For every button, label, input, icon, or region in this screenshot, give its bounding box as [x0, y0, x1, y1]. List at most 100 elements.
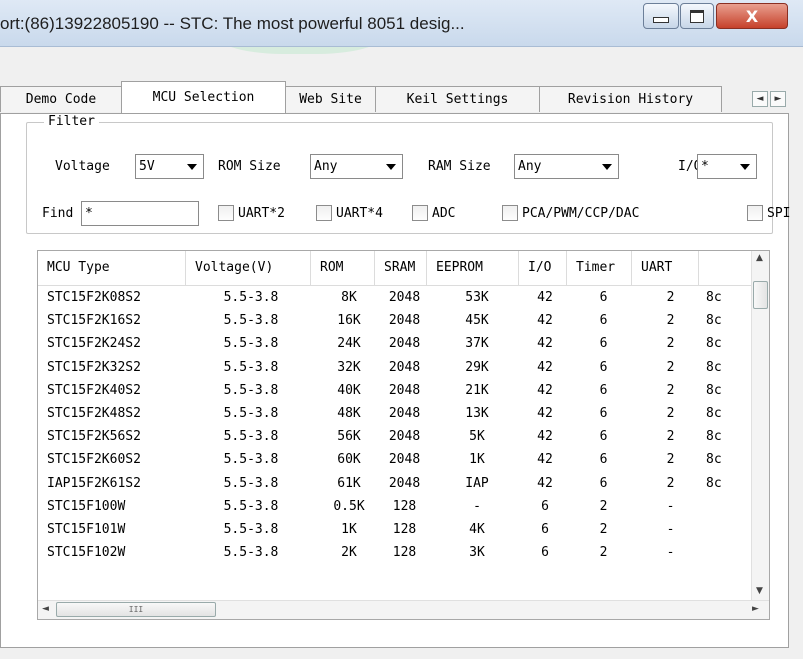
title-bar: ort:(86)13922805190 -- STC: The most pow… — [0, 0, 803, 47]
column-header-rom[interactable]: ROM — [311, 251, 375, 285]
tab-keil-settings[interactable]: Keil Settings — [375, 86, 540, 112]
close-icon: X — [745, 6, 759, 26]
vertical-scrollbar[interactable]: ▲ ▼ — [751, 251, 769, 601]
tab-mcu-selection[interactable]: MCU Selection — [121, 81, 286, 113]
column-header-timer[interactable]: Timer — [567, 251, 632, 285]
scroll-right-icon[interactable]: ► — [752, 604, 759, 614]
table-row[interactable]: STC15F2K32S2 5.5-3.8 32K 2048 29K 42 6 2 8c — [38, 357, 758, 379]
table-cell: STC15F2K48S2 — [47, 406, 141, 421]
table-cell: 42 — [537, 359, 553, 375]
column-header-io[interactable]: I/O — [519, 251, 567, 285]
rom-size-label: ROM Size — [218, 159, 281, 174]
table-row[interactable]: STC15F101W 5.5-3.8 1K 128 4K 6 2 - — [38, 519, 758, 541]
table-cell: 5.5-3.8 — [223, 290, 279, 305]
table-cell: 2048 — [388, 452, 421, 468]
table-cell: 42 — [537, 406, 553, 421]
table-cell: 128 — [392, 522, 417, 537]
table-cell: 8c — [706, 429, 722, 445]
voltage-select[interactable]: 5V — [135, 154, 204, 179]
table-row[interactable]: STC15F100W 5.5-3.8 0.5K 128 - 6 2 - — [38, 496, 758, 518]
tab-web-site[interactable]: Web Site — [285, 86, 376, 112]
scroll-left-icon[interactable]: ◄ — [42, 604, 49, 614]
table-cell: 0.5K — [333, 498, 365, 514]
table-cell: 2 — [666, 452, 675, 468]
io-value: * — [701, 159, 709, 174]
uart2-checkbox[interactable] — [218, 205, 234, 221]
table-row[interactable]: STC15F2K56S2 5.5-3.8 56K 2048 5K 42 6 2 8c — [38, 426, 758, 448]
table-cell: 24K — [337, 336, 361, 352]
table-cell: 3K — [469, 545, 485, 561]
table-cell: 8c — [706, 336, 722, 352]
table-cell: 2048 — [388, 313, 421, 329]
column-header-mcu-type[interactable]: MCU Type — [38, 251, 186, 285]
table-row[interactable]: STC15F2K08S2 5.5-3.8 8K 2048 53K 42 6 2 8c — [38, 287, 758, 309]
adc-checkbox[interactable] — [412, 205, 428, 221]
ram-size-value: Any — [518, 159, 542, 174]
column-header-eeprom[interactable]: EEPROM — [427, 251, 519, 285]
table-cell: 5.5-3.8 — [223, 336, 279, 352]
table-cell: 6 — [599, 382, 608, 398]
tab-demo-code[interactable]: Demo Code — [0, 86, 122, 112]
table-cell: 53K — [465, 290, 489, 305]
table-row[interactable]: STC15F2K60S2 5.5-3.8 60K 2048 1K 42 6 2 8c — [38, 449, 758, 471]
table-cell: 5.5-3.8 — [223, 498, 279, 514]
table-row[interactable]: STC15F2K24S2 5.5-3.8 24K 2048 37K 42 6 2 8c — [38, 333, 758, 355]
table-cell: 6 — [599, 290, 608, 305]
table-cell: 8c — [706, 452, 722, 468]
table-cell: STC15F101W — [47, 522, 126, 537]
tab-scroll-left-button[interactable]: ◄ — [752, 91, 768, 107]
chevron-down-icon — [386, 164, 396, 170]
table-cell: 6 — [599, 313, 608, 329]
table-cell: 5.5-3.8 — [223, 522, 279, 537]
minimize-button[interactable] — [643, 3, 679, 29]
table-cell: 6 — [541, 545, 549, 561]
find-input[interactable]: * — [81, 201, 199, 226]
table-cell: 42 — [537, 313, 553, 329]
table-cell: 5K — [469, 429, 485, 445]
table-cell: 2048 — [388, 429, 421, 445]
maximize-button[interactable] — [680, 3, 714, 29]
scroll-up-icon[interactable]: ▲ — [756, 253, 763, 263]
horizontal-scroll-thumb[interactable]: III — [56, 602, 216, 617]
table-cell: 16K — [337, 313, 361, 329]
spi-checkbox[interactable] — [747, 205, 763, 221]
horizontal-scrollbar[interactable]: ◄ III ► — [38, 600, 769, 619]
table-cell: 8c — [706, 313, 722, 329]
table-cell: 2048 — [388, 290, 421, 305]
table-cell: 4K — [469, 522, 485, 537]
column-header-voltage[interactable]: Voltage(V) — [186, 251, 311, 285]
io-select[interactable]: * — [697, 154, 757, 179]
pca-pwm-ccp-dac-checkbox[interactable] — [502, 205, 518, 221]
table-cell — [706, 496, 746, 518]
table-cell: 2048 — [388, 359, 421, 375]
column-header-uart[interactable]: UART — [632, 251, 699, 285]
tab-scroll-right-button[interactable]: ► — [770, 91, 786, 107]
table-cell: 48K — [337, 406, 361, 421]
table-cell: 2048 — [388, 406, 421, 421]
uart4-checkbox[interactable] — [316, 205, 332, 221]
table-cell: 61K — [337, 475, 361, 491]
table-cell: 45K — [465, 313, 489, 329]
column-header-more[interactable] — [699, 251, 754, 285]
tab-revision-history[interactable]: Revision History — [539, 86, 722, 112]
column-header-sram[interactable]: SRAM — [375, 251, 427, 285]
table-cell: 6 — [599, 429, 608, 445]
vertical-scroll-thumb[interactable] — [753, 281, 768, 309]
scroll-down-icon[interactable]: ▼ — [756, 586, 763, 596]
table-cell: 8c — [706, 475, 722, 491]
window-title: ort:(86)13922805190 -- STC: The most pow… — [0, 14, 465, 33]
table-row[interactable]: STC15F102W 5.5-3.8 2K 128 3K 6 2 - — [38, 542, 758, 564]
table-row[interactable]: IAP15F2K61S2 5.5-3.8 61K 2048 IAP 42 6 2 8c — [38, 473, 758, 495]
table-row[interactable]: STC15F2K40S2 5.5-3.8 40K 2048 21K 42 6 2 8c — [38, 380, 758, 402]
rom-size-select[interactable]: Any — [310, 154, 403, 179]
table-cell: 1K — [469, 452, 485, 468]
ram-size-select[interactable]: Any — [514, 154, 619, 179]
chevron-down-icon — [602, 164, 612, 170]
close-button[interactable]: X — [716, 3, 788, 29]
spi-label: SPI — [767, 206, 791, 221]
table-row[interactable]: STC15F2K48S2 5.5-3.8 48K 2048 13K 42 6 2 8c — [38, 403, 758, 425]
chevron-down-icon — [740, 164, 750, 170]
table-cell: 56K — [337, 429, 361, 445]
table-row[interactable]: STC15F2K16S2 5.5-3.8 16K 2048 45K 42 6 2 8c — [38, 310, 758, 332]
table-cell: 6 — [599, 406, 608, 421]
